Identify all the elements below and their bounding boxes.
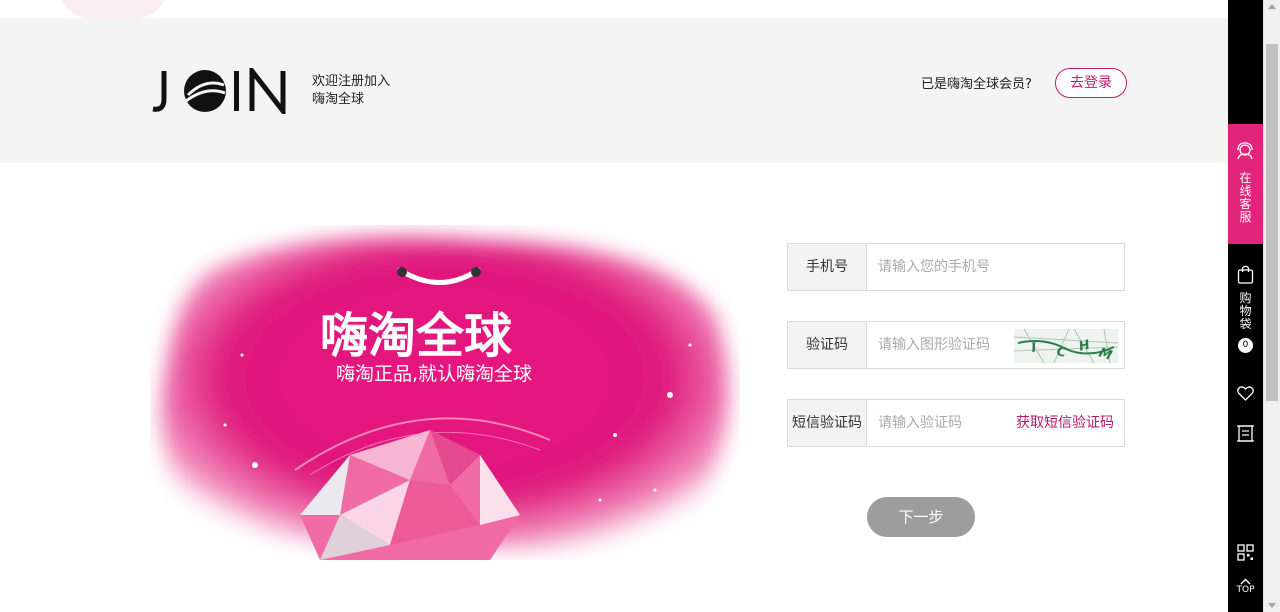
- banner-slogan: 嗨淘正品,就认嗨淘全球: [336, 363, 532, 385]
- captcha-row: 验证码 I C H M: [787, 321, 1125, 369]
- top-strip: [0, 0, 1228, 18]
- tagline-line1: 欢迎注册加入: [312, 74, 391, 89]
- scroll-up-arrow[interactable]: [1268, 4, 1276, 9]
- shopping-bag-button[interactable]: 购物袋 0: [1228, 258, 1263, 358]
- brand-banner: 嗨淘全球 嗨淘正品,就认嗨淘全球: [160, 236, 729, 560]
- back-to-top-button[interactable]: TOP: [1228, 576, 1263, 600]
- get-sms-code-link[interactable]: 获取短信验证码: [1016, 400, 1114, 446]
- top-label: TOP: [1236, 585, 1255, 595]
- login-button[interactable]: 去登录: [1055, 68, 1127, 98]
- sms-code-input[interactable]: [868, 400, 1014, 446]
- banner-brand: 嗨淘全球: [320, 308, 513, 364]
- online-service-button[interactable]: 在线客服: [1228, 124, 1263, 244]
- service-icon: [1237, 142, 1253, 160]
- qr-code-icon[interactable]: [1236, 543, 1255, 562]
- cart-count-badge: 0: [1238, 338, 1253, 353]
- service-label: 在线客服: [1239, 171, 1252, 224]
- page-header: 欢迎注册加入 嗨淘全球 已是嗨淘全球会员? 去登录: [0, 18, 1228, 163]
- welcome-tagline: 欢迎注册加入 嗨淘全球: [312, 73, 390, 109]
- captcha-image[interactable]: I C H M: [1014, 329, 1118, 363]
- captcha-input[interactable]: [868, 322, 1014, 368]
- sms-row: 短信验证码 获取短信验证码: [787, 399, 1125, 447]
- phone-input[interactable]: [868, 244, 1124, 290]
- top-decoration: [58, 0, 168, 18]
- arrow-up-icon: [1240, 578, 1251, 585]
- sms-label: 短信验证码: [788, 400, 867, 446]
- phone-label: 手机号: [788, 244, 867, 290]
- page-scrollbar[interactable]: [1263, 0, 1280, 612]
- list-icon[interactable]: [1236, 424, 1255, 443]
- cart-label: 购物袋: [1239, 291, 1252, 331]
- heart-icon[interactable]: [1236, 384, 1255, 403]
- tagline-line2: 嗨淘全球: [312, 92, 365, 107]
- scroll-thumb[interactable]: [1266, 44, 1278, 401]
- next-step-button[interactable]: 下一步: [867, 497, 975, 537]
- join-logo[interactable]: [150, 68, 292, 114]
- right-sidebar: 在线客服 购物袋 0 TOP: [1228, 0, 1263, 612]
- captcha-label: 验证码: [788, 322, 867, 368]
- phone-row: 手机号: [787, 243, 1125, 291]
- member-prompt: 已是嗨淘全球会员?: [921, 77, 1032, 92]
- bag-icon: [1237, 265, 1254, 284]
- scroll-down-arrow[interactable]: [1268, 603, 1276, 608]
